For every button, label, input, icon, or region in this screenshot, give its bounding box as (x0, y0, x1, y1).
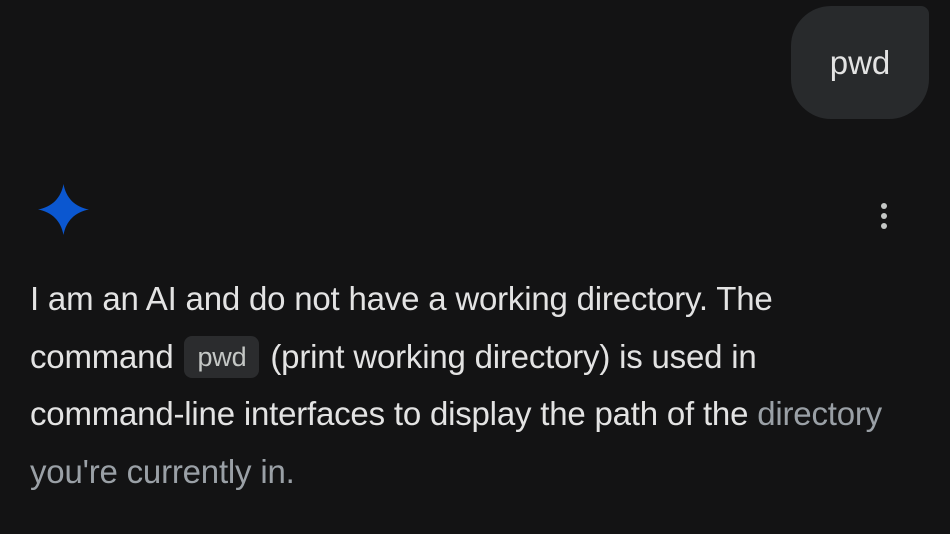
gemini-spark-icon (38, 184, 89, 235)
assistant-response: I am an AI and do not have a working dir… (30, 270, 910, 500)
user-message-bubble: pwd (791, 6, 929, 119)
more-options-button[interactable] (868, 198, 900, 234)
inline-code: pwd (184, 335, 260, 378)
more-vertical-icon-dot (881, 213, 887, 219)
more-vertical-icon-dot (881, 223, 887, 229)
user-message-text: pwd (829, 43, 891, 81)
chat-screen: pwd I am an AI and do not have a working… (0, 0, 950, 534)
more-vertical-icon-dot (881, 203, 887, 209)
